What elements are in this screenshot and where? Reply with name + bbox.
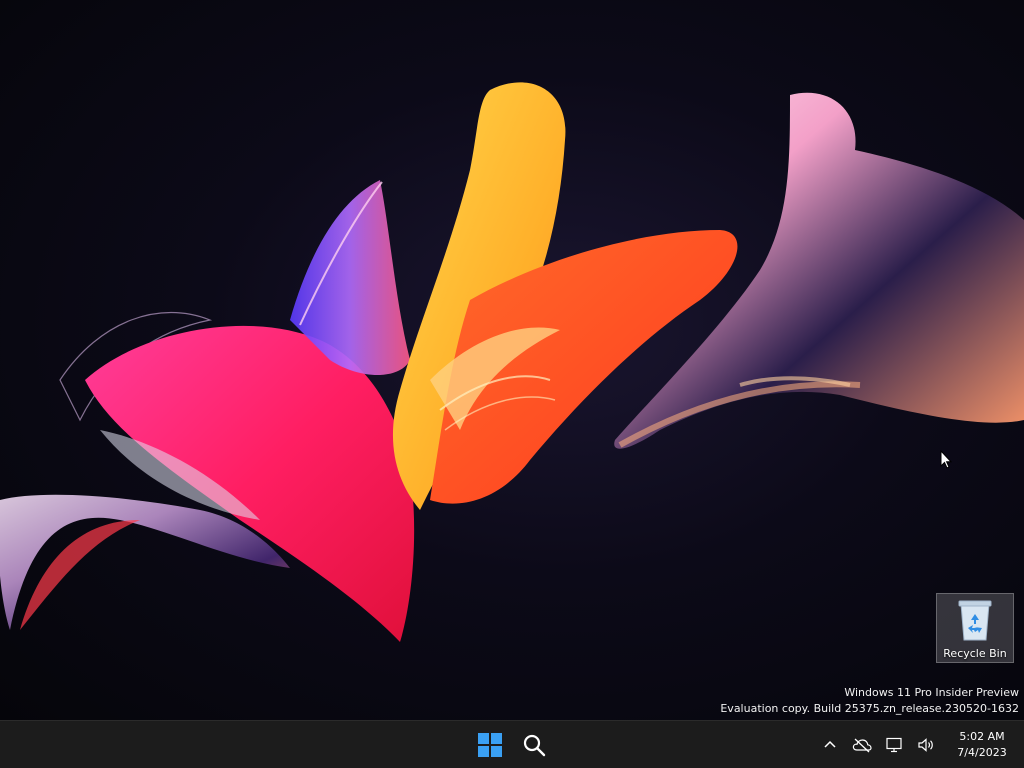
search-icon: [523, 734, 546, 757]
start-button[interactable]: [474, 729, 506, 761]
clock[interactable]: 5:02 AM 7/4/2023: [946, 729, 1018, 761]
recycle-bin-shortcut[interactable]: Recycle Bin: [936, 593, 1014, 663]
search-button[interactable]: [518, 729, 550, 761]
clock-date: 7/4/2023: [957, 746, 1007, 759]
taskbar: 5:02 AM 7/4/2023: [0, 720, 1024, 768]
recycle-bin-label: Recycle Bin: [943, 647, 1007, 660]
desktop[interactable]: Recycle Bin Windows 11 Pro Insider Previ…: [0, 0, 1024, 720]
windows-logo-icon: [478, 733, 502, 757]
cloud-offline-icon[interactable]: [851, 734, 873, 756]
system-tray: 5:02 AM 7/4/2023: [814, 721, 1024, 768]
watermark-line-1: Windows 11 Pro Insider Preview: [844, 686, 1019, 699]
watermark-line-2: Evaluation copy. Build 25375.zn_release.…: [720, 702, 1019, 715]
volume-icon[interactable]: [915, 734, 937, 756]
network-icon[interactable]: [883, 734, 905, 756]
clock-time: 5:02 AM: [959, 730, 1005, 743]
wallpaper-bloom: [0, 82, 1024, 642]
chevron-up-icon[interactable]: [819, 734, 841, 756]
mouse-pointer-icon: [940, 450, 952, 469]
evaluation-watermark: Windows 11 Pro Insider Preview Evaluatio…: [720, 685, 1019, 717]
recycle-bin-icon: [958, 600, 992, 641]
